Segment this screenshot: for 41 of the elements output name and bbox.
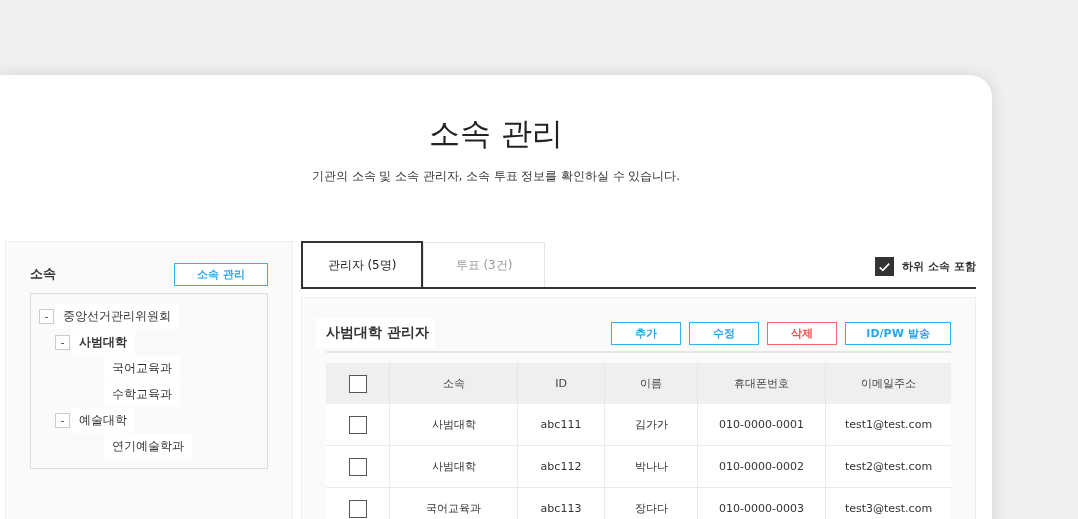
table-cell: 사범대학	[389, 404, 518, 446]
checkbox[interactable]	[348, 374, 367, 393]
sidebar-title: 소속	[30, 265, 56, 283]
tree-item[interactable]: 예술대학	[71, 407, 135, 433]
collapse-toggle[interactable]: -	[55, 334, 70, 350]
collapse-toggle[interactable]: -	[55, 412, 70, 428]
page-title: 소속 관리	[428, 114, 564, 153]
table-cell: abc112	[517, 445, 605, 488]
action-button[interactable]: 삭제	[767, 321, 837, 345]
table-cell: 장다다	[604, 487, 698, 519]
checkbox[interactable]	[348, 499, 367, 518]
tree-item[interactable]: 사범대학	[71, 329, 135, 355]
table-cell: 국어교육과	[389, 487, 518, 519]
table-cell: 010-0000-0002	[697, 445, 826, 488]
table-cell: abc113	[517, 487, 605, 519]
tree-item[interactable]: 중앙선거관리위원회	[55, 303, 179, 329]
table-cell: 010-0000-0003	[697, 487, 826, 519]
checkbox[interactable]	[348, 457, 367, 476]
page-subtitle: 기관의 소속 및 소속 관리자, 소속 투표 정보를 확인하실 수 있습니다.	[311, 169, 681, 184]
table-cell: abc111	[517, 404, 605, 446]
table-cell: test2@test.com	[825, 445, 951, 488]
checkbox-label: 하위 소속 포함	[902, 258, 976, 274]
column-header: 이름	[604, 363, 698, 404]
checkbox[interactable]	[348, 415, 367, 434]
table-cell: 박나나	[604, 445, 698, 488]
tree-item[interactable]: 국어교육과	[104, 355, 180, 381]
column-header: ID	[517, 363, 605, 404]
column-header: 휴대폰번호	[697, 363, 826, 404]
table-cell: 김가가	[604, 404, 698, 446]
tab[interactable]: 관리자 (5명)	[301, 241, 423, 287]
tree-item[interactable]: 수학교육과	[104, 381, 180, 407]
table-cell: test1@test.com	[825, 404, 951, 446]
table-cell: test3@test.com	[825, 487, 951, 519]
tree-item[interactable]: 연기예술학과	[104, 433, 192, 459]
collapse-toggle[interactable]: -	[39, 308, 54, 324]
table-cell: 사범대학	[389, 445, 518, 488]
column-header: 이메일주소	[825, 363, 951, 404]
table-cell: 010-0000-0001	[697, 404, 826, 446]
column-header: 소속	[389, 363, 518, 404]
checkbox[interactable]	[875, 256, 895, 276]
section-title: 사범대학 관리자	[316, 318, 435, 348]
